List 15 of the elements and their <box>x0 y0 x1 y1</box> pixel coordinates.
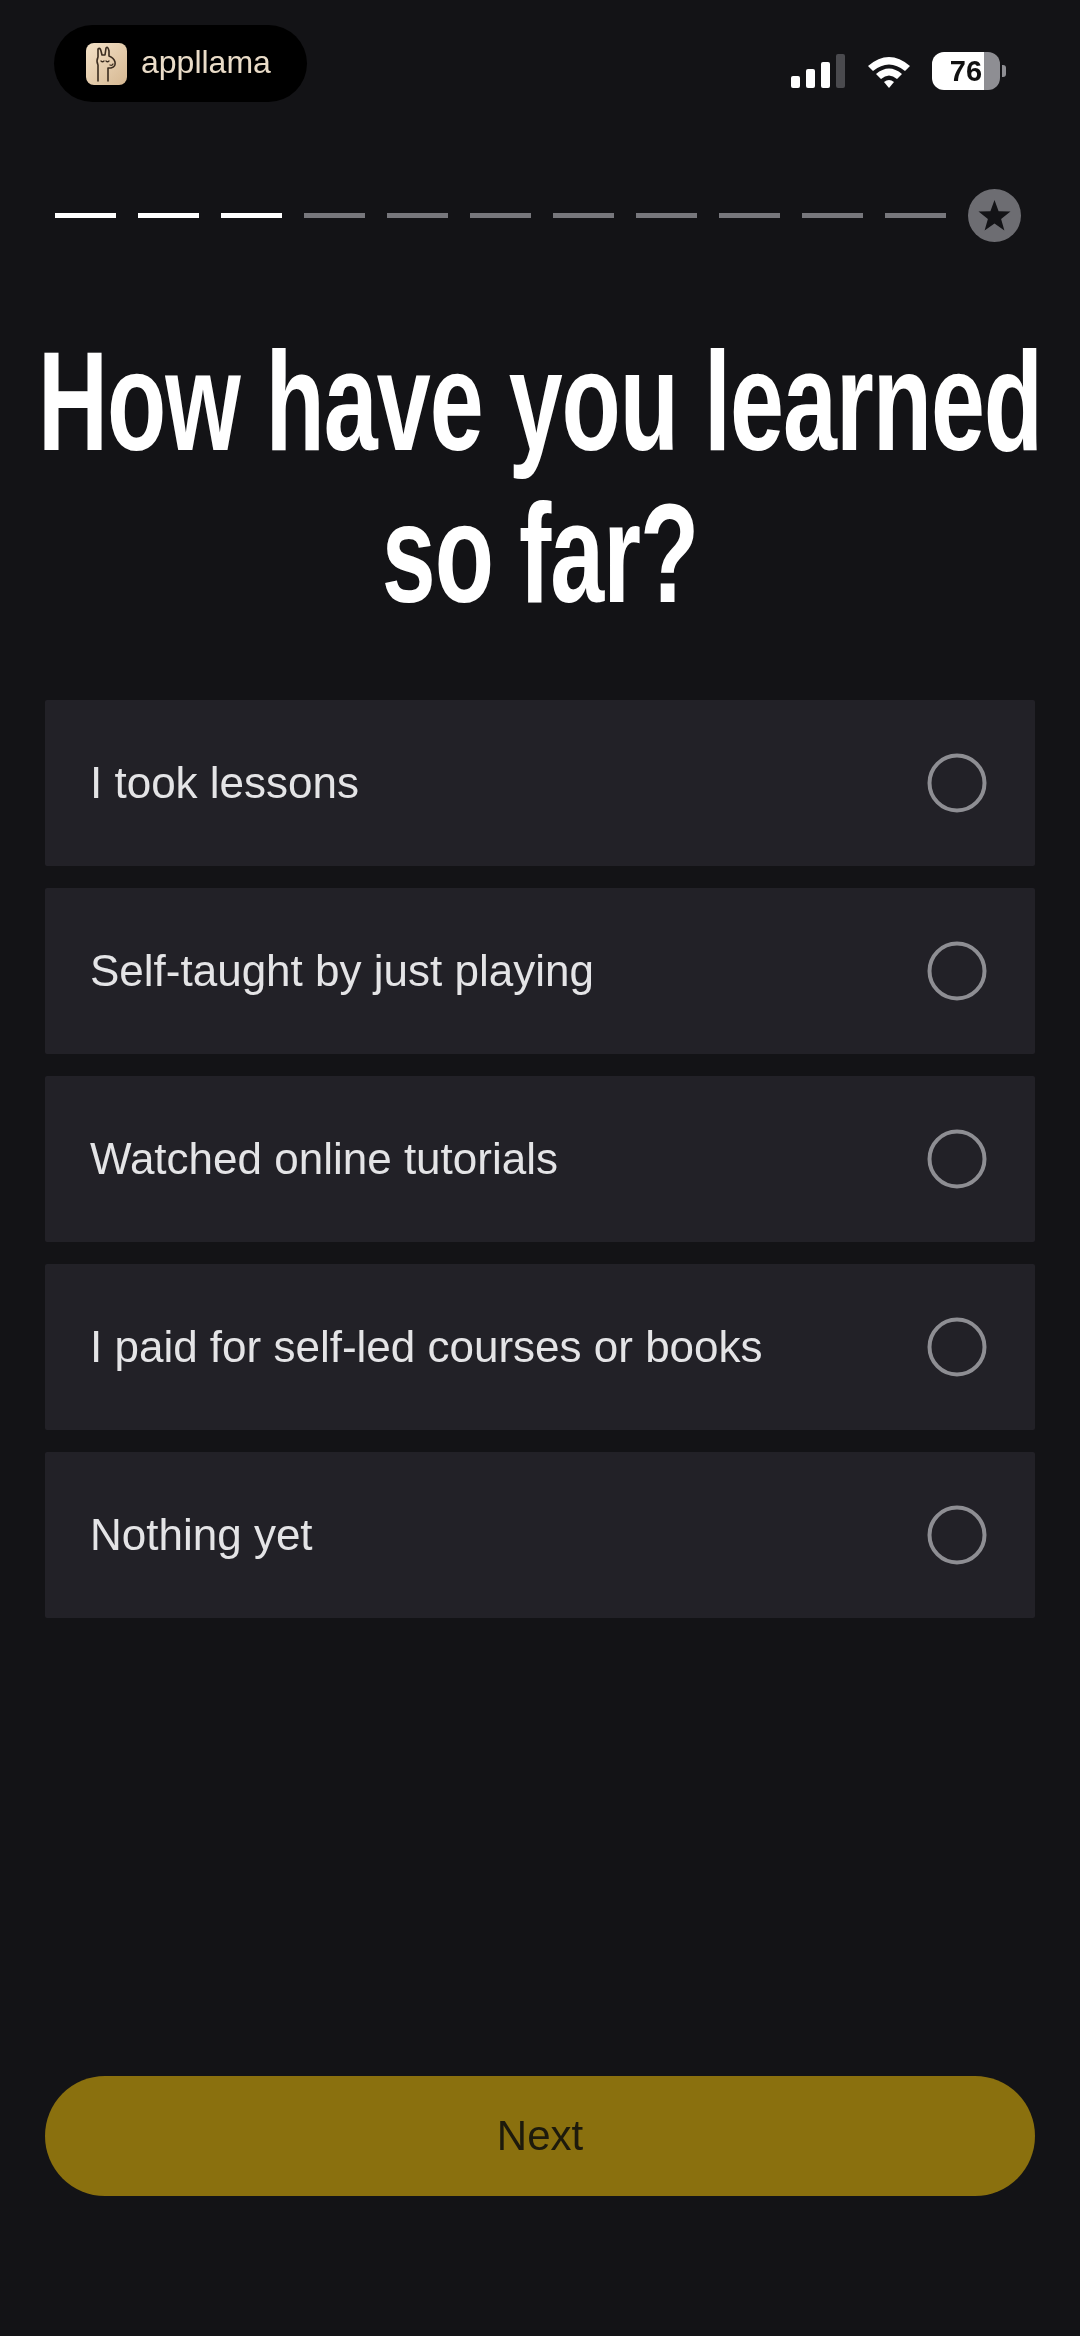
app-pill[interactable]: appllama <box>54 25 307 102</box>
radio-button[interactable] <box>927 1317 987 1377</box>
radio-button[interactable] <box>927 1129 987 1189</box>
answer-option[interactable]: I paid for self-led courses or books <box>45 1264 1035 1430</box>
radio-button[interactable] <box>927 941 987 1001</box>
question-title: How have you learned so far? <box>36 325 1044 630</box>
radio-button[interactable] <box>927 753 987 813</box>
signal-icon <box>791 54 846 88</box>
answer-option[interactable]: Nothing yet <box>45 1452 1035 1618</box>
answer-option[interactable]: Watched online tutorials <box>45 1076 1035 1242</box>
answer-option[interactable]: Self-taught by just playing <box>45 888 1035 1054</box>
battery-percentage: 76 <box>949 56 983 86</box>
llama-icon <box>86 42 127 85</box>
radio-button[interactable] <box>927 1505 987 1565</box>
answer-option[interactable]: I took lessons <box>45 700 1035 866</box>
